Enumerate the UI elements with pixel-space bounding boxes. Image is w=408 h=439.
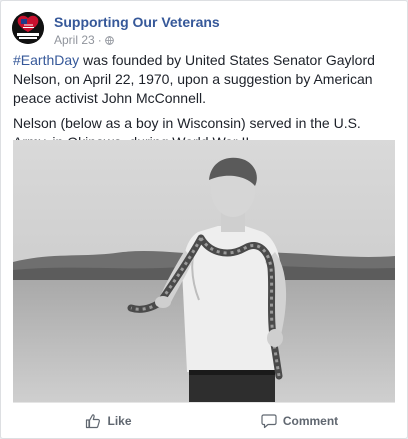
post-actions: Like Comment xyxy=(13,402,395,439)
comment-label: Comment xyxy=(282,414,339,428)
post-card: Supporting Our Veterans April 23 · #Eart… xyxy=(0,0,408,439)
thumbs-up-icon xyxy=(86,414,101,429)
post-date[interactable]: April 23 xyxy=(54,33,95,47)
like-label: Like xyxy=(107,414,132,428)
meta-separator: · xyxy=(97,33,102,47)
globe-icon[interactable] xyxy=(104,35,114,45)
photo-boy-with-snake xyxy=(13,140,395,402)
avatar-logo-icon xyxy=(12,12,44,44)
comment-button[interactable]: Comment xyxy=(204,403,395,439)
post-meta: April 23 · xyxy=(54,33,114,47)
post-header: Supporting Our Veterans April 23 · xyxy=(12,12,396,52)
like-button[interactable]: Like xyxy=(13,403,204,439)
page-name-link[interactable]: Supporting Our Veterans xyxy=(54,14,220,30)
hashtag-link[interactable]: #EarthDay xyxy=(13,52,79,68)
post-paragraph-1: #EarthDay was founded by United States S… xyxy=(13,51,399,108)
comment-bubble-icon xyxy=(261,414,277,429)
page-avatar[interactable] xyxy=(12,12,44,44)
post-photo[interactable] xyxy=(13,140,395,402)
